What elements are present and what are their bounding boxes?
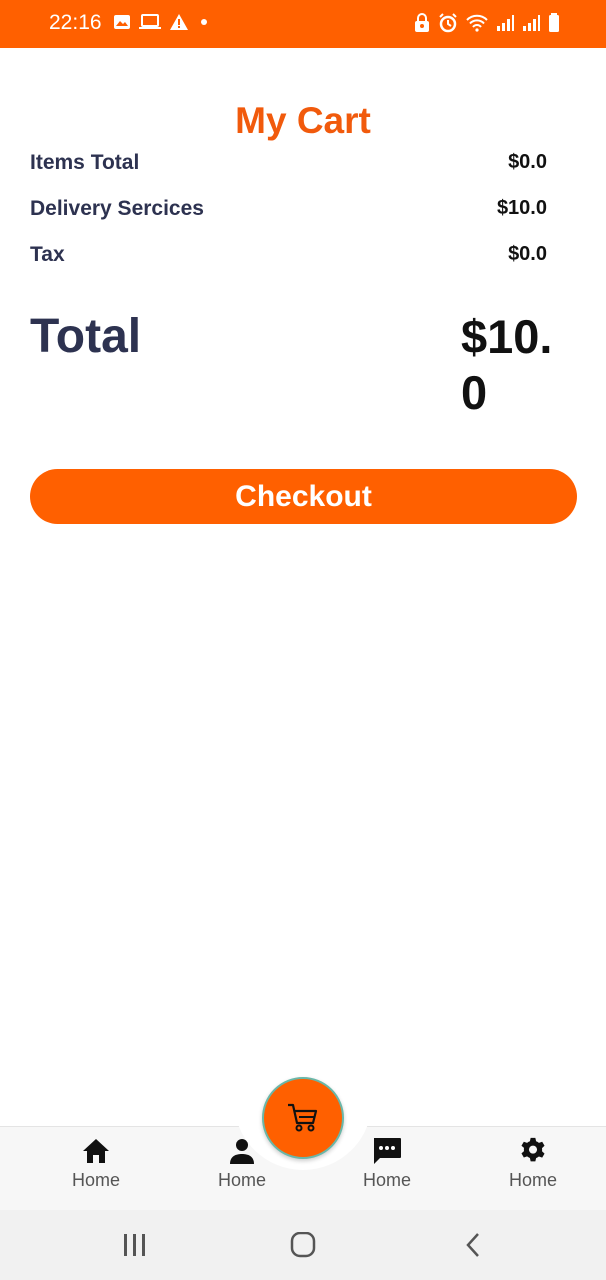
nav-label: Home: [71, 1170, 120, 1190]
dot-icon: [201, 19, 207, 25]
person-icon: [230, 1139, 254, 1164]
back-icon[interactable]: [463, 1232, 485, 1258]
total-value: $10.0: [461, 310, 553, 419]
status-bar: 22:16: [0, 0, 606, 48]
total-label: Total: [30, 310, 142, 363]
nav-label: Home: [217, 1170, 266, 1190]
wifi-icon: [466, 14, 488, 32]
delivery-services-row: Delivery Sercices $10.0: [30, 197, 547, 227]
nav-label: Home: [362, 1170, 411, 1190]
chat-icon: [374, 1138, 401, 1164]
page-title: My Cart: [235, 100, 371, 141]
signal-icon: [523, 15, 540, 31]
nav-item-chat[interactable]: Home: [337, 1136, 437, 1200]
home-icon: [83, 1139, 109, 1163]
lock-icon: [415, 13, 429, 32]
items-total-value: $0.0: [508, 151, 547, 173]
items-total-row: Items Total $0.0: [30, 151, 547, 181]
checkout-button[interactable]: Checkout: [30, 469, 577, 524]
alarm-icon: [439, 13, 457, 33]
home-circle-icon[interactable]: [289, 1232, 317, 1258]
laptop-icon: [139, 14, 161, 29]
tax-label: Tax: [30, 243, 65, 266]
system-nav-bar: [0, 1210, 606, 1280]
nav-label: Home: [508, 1170, 557, 1190]
cart-fab-button[interactable]: [262, 1077, 344, 1159]
gear-icon: [521, 1137, 545, 1162]
recent-apps-icon[interactable]: [121, 1232, 149, 1258]
delivery-services-label: Delivery Sercices: [30, 197, 204, 220]
tax-value: $0.0: [508, 243, 547, 265]
image-icon: [114, 15, 130, 29]
nav-item-settings[interactable]: Home: [483, 1136, 583, 1200]
tax-row: Tax $0.0: [30, 243, 547, 273]
cart-icon: [288, 1103, 318, 1132]
status-time: 22:16: [49, 11, 102, 34]
warning-icon: [170, 14, 188, 30]
battery-icon: [549, 13, 559, 32]
nav-item-home[interactable]: Home: [46, 1136, 146, 1200]
signal-icon: [497, 15, 514, 31]
items-total-label: Items Total: [30, 151, 140, 174]
delivery-services-value: $10.0: [496, 197, 547, 219]
